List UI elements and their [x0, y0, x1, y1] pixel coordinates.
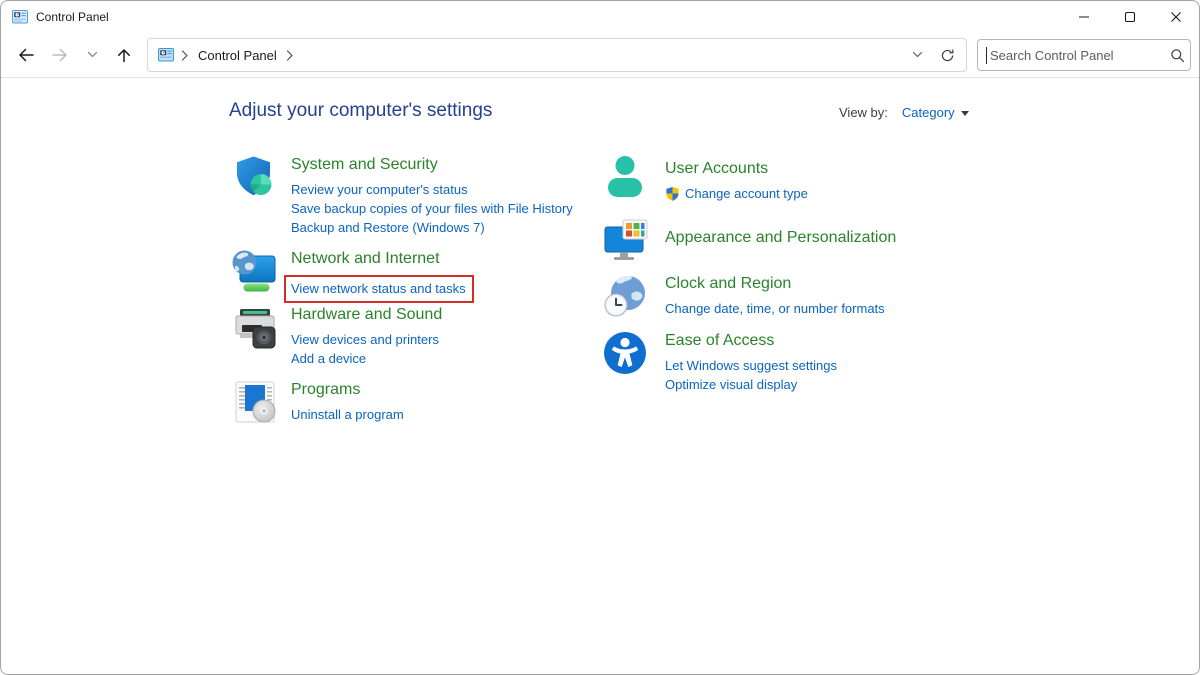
category-ease-of-access: Ease of Access Let Windows suggest setti…: [601, 329, 837, 394]
search-box[interactable]: [977, 39, 1191, 71]
title-bar: Control Panel: [1, 1, 1199, 33]
link-view-devices-and-printers[interactable]: View devices and printers: [291, 330, 442, 349]
window-title: Control Panel: [36, 10, 109, 24]
program-disc-icon[interactable]: [231, 378, 279, 426]
personalization-icon[interactable]: [601, 217, 649, 265]
category-title-network-and-internet[interactable]: Network and Internet: [291, 250, 474, 268]
link-change-date-time-formats[interactable]: Change date, time, or number formats: [665, 299, 885, 318]
navigation-toolbar: Control Panel: [1, 33, 1199, 78]
category-programs: Programs Uninstall a program: [231, 378, 404, 426]
text-caret: [986, 47, 987, 64]
link-optimize-visual-display[interactable]: Optimize visual display: [665, 375, 837, 394]
refresh-icon[interactable]: [932, 41, 962, 69]
category-appearance-and-personalization: Appearance and Personalization: [601, 217, 896, 265]
category-system-and-security: System and Security Review your computer…: [231, 153, 573, 237]
category-title-hardware-and-sound[interactable]: Hardware and Sound: [291, 306, 442, 324]
control-panel-window: Control Panel Control Panel Search Contr…: [0, 0, 1200, 675]
forward-button[interactable]: [43, 39, 77, 71]
link-let-windows-suggest-settings[interactable]: Let Windows suggest settings: [665, 356, 837, 375]
category-network-and-internet: Network and Internet View network status…: [231, 247, 474, 303]
minimize-button[interactable]: [1061, 1, 1107, 33]
view-by-label: View by:: [839, 105, 888, 120]
category-title-ease-of-access[interactable]: Ease of Access: [665, 332, 837, 350]
clock-globe-icon[interactable]: [601, 272, 649, 320]
category-clock-and-region: Clock and Region Change date, time, or n…: [601, 272, 885, 320]
accessibility-icon[interactable]: [601, 329, 649, 377]
category-user-accounts: User Accounts Change account type: [601, 153, 808, 203]
address-dropdown-chevron[interactable]: [902, 41, 932, 69]
link-view-network-status[interactable]: View network status and tasks: [291, 281, 466, 296]
view-by-category-dropdown[interactable]: Category: [902, 105, 969, 120]
breadcrumb-chevron-icon[interactable]: [181, 49, 189, 61]
breadcrumb-chevron-icon[interactable]: [286, 49, 294, 61]
link-change-account-type[interactable]: Change account type: [685, 184, 808, 203]
address-bar[interactable]: Control Panel: [147, 38, 967, 72]
breadcrumb-control-panel[interactable]: Control Panel: [196, 46, 279, 65]
control-panel-home: Adjust your computer's settings View by:…: [1, 78, 1199, 674]
link-add-a-device[interactable]: Add a device: [291, 349, 442, 368]
link-backup-and-restore[interactable]: Backup and Restore (Windows 7): [291, 218, 573, 237]
link-review-computer-status[interactable]: Review your computer's status: [291, 180, 573, 199]
back-button[interactable]: [9, 39, 43, 71]
category-hardware-and-sound: Hardware and Sound View devices and prin…: [231, 303, 442, 368]
network-globe-icon[interactable]: [231, 247, 279, 295]
close-button[interactable]: [1153, 1, 1199, 33]
search-icon[interactable]: [1170, 48, 1185, 63]
category-title-user-accounts[interactable]: User Accounts: [665, 160, 808, 178]
page-title: Adjust your computer's settings: [229, 100, 493, 121]
view-by-control: View by: Category: [839, 105, 969, 120]
control-panel-icon: [158, 47, 174, 63]
category-title-appearance-and-personalization[interactable]: Appearance and Personalization: [665, 229, 896, 247]
recent-locations-chevron[interactable]: [77, 39, 107, 71]
category-title-clock-and-region[interactable]: Clock and Region: [665, 275, 885, 293]
printer-icon[interactable]: [231, 303, 279, 351]
link-uninstall-a-program[interactable]: Uninstall a program: [291, 405, 404, 424]
search-input[interactable]: [978, 47, 1170, 63]
nav-buttons: [9, 39, 141, 71]
chevron-down-icon: [960, 111, 969, 116]
window-controls: [1061, 1, 1199, 33]
up-button[interactable]: [107, 39, 141, 71]
uac-shield-icon: [665, 186, 680, 201]
category-title-system-and-security[interactable]: System and Security: [291, 156, 573, 174]
user-icon[interactable]: [601, 153, 649, 201]
link-file-history-backup[interactable]: Save backup copies of your files with Fi…: [291, 199, 573, 218]
red-highlight-box: View network status and tasks: [284, 275, 474, 303]
address-bar-controls: [902, 41, 962, 69]
category-title-programs[interactable]: Programs: [291, 381, 404, 399]
shield-icon[interactable]: [231, 153, 279, 201]
control-panel-icon: [12, 9, 28, 25]
maximize-button[interactable]: [1107, 1, 1153, 33]
